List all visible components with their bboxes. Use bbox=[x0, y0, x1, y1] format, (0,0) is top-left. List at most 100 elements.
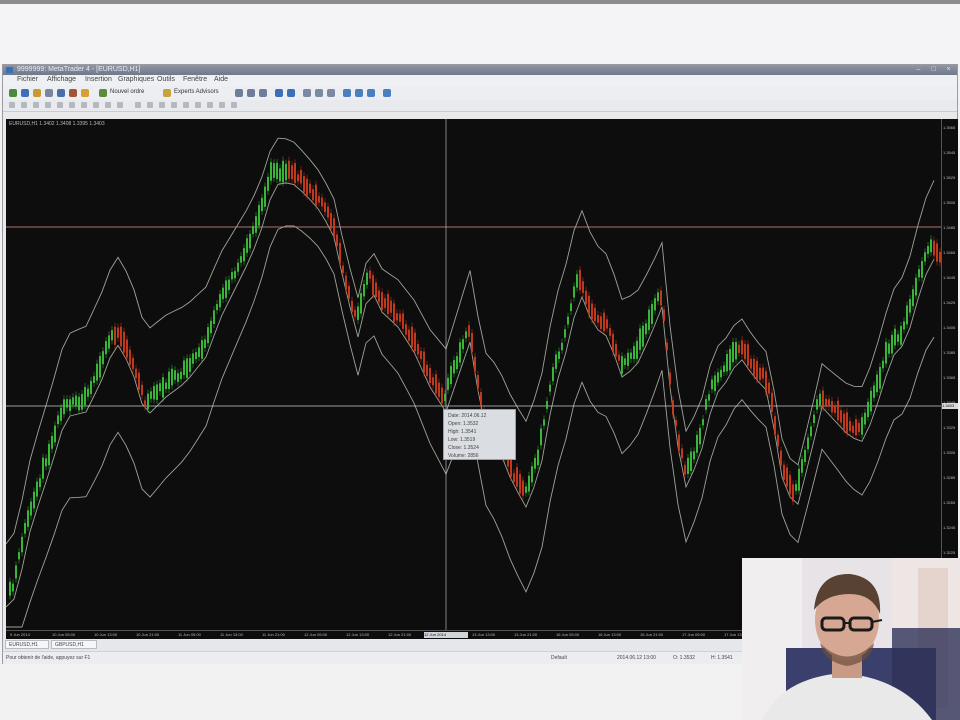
menu-view[interactable]: Affichage bbox=[47, 76, 76, 83]
expert-advisors-button[interactable]: Experts Advisors bbox=[174, 89, 219, 95]
menu-file[interactable]: Fichier bbox=[17, 76, 38, 83]
candle-body bbox=[927, 246, 929, 255]
trendline-icon[interactable] bbox=[57, 102, 63, 108]
candle-body bbox=[333, 218, 335, 238]
candlestick-icon[interactable] bbox=[247, 89, 255, 97]
candle-body bbox=[147, 393, 149, 410]
price-tick-label: 1.3385 bbox=[943, 350, 956, 355]
period-h1[interactable] bbox=[183, 102, 189, 108]
candle-body bbox=[801, 459, 803, 473]
candle-body bbox=[180, 371, 182, 380]
tile-windows-icon[interactable] bbox=[303, 89, 311, 97]
candle-body bbox=[735, 342, 737, 360]
app-icon bbox=[6, 67, 13, 73]
candle-body bbox=[150, 391, 152, 399]
new-order-button[interactable]: Nouvel ordre bbox=[110, 89, 144, 95]
indicators-icon[interactable] bbox=[343, 89, 351, 97]
candle-body bbox=[252, 226, 254, 235]
candle-body bbox=[402, 313, 404, 329]
period-h4[interactable] bbox=[195, 102, 201, 108]
zoom-in-icon[interactable] bbox=[275, 89, 283, 97]
candle-body bbox=[843, 413, 845, 430]
candle-body bbox=[54, 425, 56, 443]
candle-body bbox=[588, 295, 590, 315]
price-tick-label: 1.3425 bbox=[943, 300, 956, 305]
candle-body bbox=[732, 342, 734, 363]
menu-tools[interactable]: Outils bbox=[157, 76, 175, 83]
menu-help[interactable]: Aide bbox=[214, 76, 228, 83]
periods-icon[interactable] bbox=[355, 89, 363, 97]
chart-shift-icon[interactable] bbox=[327, 89, 335, 97]
period-m15[interactable] bbox=[159, 102, 165, 108]
terminal-icon[interactable] bbox=[69, 89, 77, 97]
candle-body bbox=[834, 405, 836, 413]
candle-body bbox=[681, 448, 683, 459]
period-d1[interactable] bbox=[207, 102, 213, 108]
crosshair-icon[interactable] bbox=[21, 102, 27, 108]
period-mn[interactable] bbox=[231, 102, 237, 108]
data-window-icon[interactable] bbox=[45, 89, 53, 97]
tab-eurusd[interactable]: EURUSD,H1 bbox=[5, 640, 49, 649]
tab-gbpusd[interactable]: GBPUSD,H1 bbox=[51, 640, 97, 649]
menu-window[interactable]: Fenêtre bbox=[183, 76, 207, 83]
close-button[interactable]: × bbox=[944, 66, 953, 73]
candle-body bbox=[789, 474, 791, 495]
candle-body bbox=[399, 313, 401, 322]
current-price-tag: 1.3403 bbox=[942, 403, 958, 409]
time-tick-label: 12 Jun 05:00 bbox=[304, 632, 328, 637]
new-chart-icon[interactable] bbox=[9, 89, 17, 97]
menu-charts[interactable]: Graphiques bbox=[118, 76, 154, 83]
candle-body bbox=[198, 347, 200, 358]
zoom-out-icon[interactable] bbox=[287, 89, 295, 97]
candle-body bbox=[96, 363, 98, 381]
horizontal-line-icon[interactable] bbox=[45, 102, 51, 108]
market-watch-icon[interactable] bbox=[33, 89, 41, 97]
candle-body bbox=[411, 326, 413, 348]
candle-body bbox=[294, 163, 296, 184]
expert-advisor-icon[interactable] bbox=[163, 89, 171, 97]
candle-body bbox=[159, 383, 161, 392]
candle-body bbox=[420, 351, 422, 360]
line-chart-icon[interactable] bbox=[259, 89, 267, 97]
candle-body bbox=[747, 344, 749, 366]
candle-body bbox=[567, 316, 569, 325]
settings-icon[interactable] bbox=[383, 89, 391, 97]
tester-icon[interactable] bbox=[81, 89, 89, 97]
candle-body bbox=[156, 384, 158, 400]
channel-icon[interactable] bbox=[69, 102, 75, 108]
maximize-button[interactable]: □ bbox=[929, 66, 938, 73]
period-m30[interactable] bbox=[171, 102, 177, 108]
candle-body bbox=[726, 354, 728, 372]
chart-canvas[interactable] bbox=[6, 119, 941, 630]
autoscroll-icon[interactable] bbox=[315, 89, 323, 97]
vertical-line-icon[interactable] bbox=[33, 102, 39, 108]
label-icon[interactable] bbox=[105, 102, 111, 108]
text-icon[interactable] bbox=[93, 102, 99, 108]
minimize-button[interactable]: – bbox=[914, 66, 923, 73]
candle-body bbox=[273, 163, 275, 178]
menu-insert[interactable]: Insertion bbox=[85, 76, 112, 83]
candle-body bbox=[435, 374, 437, 394]
candle-body bbox=[18, 552, 20, 560]
fibonacci-icon[interactable] bbox=[81, 102, 87, 108]
new-order-icon[interactable] bbox=[99, 89, 107, 97]
price-chart[interactable]: EURUSD,H1 1.3402 1.3408 1.3395 1.3403 bbox=[6, 119, 941, 630]
data-tooltip: Date: 2014.06.12 Open: 1.3532 High: 1.35… bbox=[443, 409, 516, 460]
time-tick-label: 11 Jun 21:00 bbox=[262, 632, 285, 637]
candle-body bbox=[132, 357, 134, 370]
price-tick-label: 1.3545 bbox=[943, 150, 956, 155]
templates-icon[interactable] bbox=[367, 89, 375, 97]
period-w1[interactable] bbox=[219, 102, 225, 108]
arrow-icon[interactable] bbox=[117, 102, 123, 108]
candle-body bbox=[804, 449, 806, 462]
navigator-icon[interactable] bbox=[57, 89, 65, 97]
cursor-icon[interactable] bbox=[9, 102, 15, 108]
price-axis[interactable]: 1.3565 1.3545 1.3525 1.3505 1.3485 1.3465 1.34… bbox=[941, 119, 958, 630]
candle-body bbox=[708, 394, 710, 401]
candle-body bbox=[912, 289, 914, 307]
period-m1[interactable] bbox=[135, 102, 141, 108]
bar-chart-icon[interactable] bbox=[235, 89, 243, 97]
period-m5[interactable] bbox=[147, 102, 153, 108]
profiles-icon[interactable] bbox=[21, 89, 29, 97]
candle-body bbox=[12, 583, 14, 592]
